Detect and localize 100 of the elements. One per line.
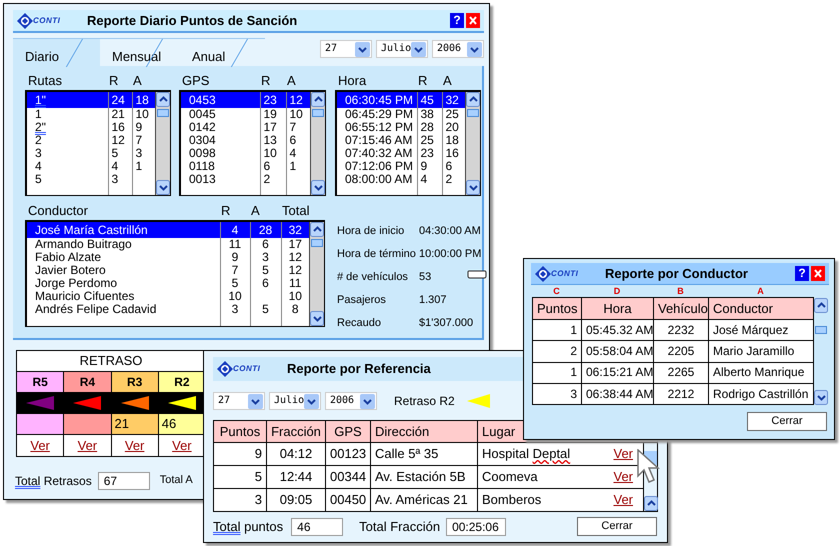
- address-text: Av. Estación 5B: [370, 466, 478, 488]
- date-dropdown[interactable]: 27: [213, 392, 265, 410]
- count-value: 21: [108, 108, 132, 121]
- count-value: 12: [286, 92, 310, 108]
- count-value: 18: [132, 92, 155, 108]
- total-field[interactable]: 46: [291, 518, 344, 536]
- fraction-value: 09:05: [266, 488, 326, 512]
- time-value: 07:15:46 AM: [337, 134, 417, 147]
- count-value: 45: [417, 92, 442, 108]
- scroll-down-button[interactable]: [310, 311, 324, 326]
- delay-label: Retraso R2: [394, 394, 455, 408]
- date-dropdown[interactable]: Julio: [269, 392, 321, 410]
- scroll-up-button[interactable]: [310, 222, 324, 237]
- close-button[interactable]: [466, 13, 480, 28]
- scroll-thumb[interactable]: [815, 326, 827, 334]
- scroll-down-button[interactable]: [814, 390, 828, 404]
- count-value: 7: [220, 264, 250, 277]
- scroll-up-button[interactable]: [814, 298, 828, 312]
- tab[interactable]: Diario: [13, 38, 100, 66]
- gps-code: 0045: [181, 108, 260, 121]
- left-triangle-icon: [73, 396, 102, 410]
- summary-value: 04:30:00 AM: [419, 224, 481, 238]
- list-row[interactable]: 06:30:45 PM 45 32: [337, 92, 465, 108]
- scrollbar-track[interactable]: [465, 92, 480, 195]
- total-field[interactable]: 67: [98, 472, 150, 490]
- scroll-thumb[interactable]: [157, 109, 169, 117]
- route-name: 3: [27, 147, 108, 160]
- time-value: 06:38:44 AM: [582, 383, 654, 404]
- scrollbar-track[interactable]: [155, 92, 170, 195]
- time-value: 07:40:32 AM: [337, 147, 417, 160]
- column-header: A: [250, 204, 261, 218]
- column-marker: B: [676, 285, 685, 297]
- chevron-down-icon: [304, 394, 320, 408]
- column-header: R: [417, 74, 428, 88]
- count-value: 3: [108, 173, 132, 186]
- summary-label: # de vehículos: [337, 270, 409, 284]
- summary-value: $1'307.000: [419, 316, 474, 330]
- date-dropdown[interactable]: 2006: [325, 392, 377, 410]
- points-value: 1: [532, 320, 582, 341]
- scrollbar-track[interactable]: [310, 92, 325, 195]
- vehicle-number: 2265: [654, 362, 708, 384]
- scroll-thumb[interactable]: [312, 109, 324, 117]
- close-button[interactable]: Cerrar: [577, 517, 657, 536]
- time-value: 05:58:04 AM: [582, 340, 654, 362]
- time-value: 06:15:21 AM: [582, 362, 654, 384]
- scroll-down-button[interactable]: [156, 180, 170, 195]
- route-name: 5: [27, 173, 108, 186]
- scroll-thumb[interactable]: [311, 239, 323, 247]
- scroll-thumb[interactable]: [467, 109, 479, 117]
- driver-name: Rodrigo Castrillón: [708, 383, 814, 404]
- count-value: 25: [417, 134, 442, 147]
- scroll-down-button[interactable]: [466, 180, 480, 195]
- total-field[interactable]: 00:25:06: [446, 518, 506, 536]
- view-link[interactable]: Ver: [613, 469, 633, 485]
- column-marker: D: [612, 285, 622, 297]
- route-name: 1: [27, 108, 108, 121]
- count-value: 32: [281, 222, 309, 238]
- scrollbar-track[interactable]: [309, 222, 324, 326]
- count-value: 5: [108, 147, 132, 160]
- column-header: Conductor: [27, 204, 89, 218]
- count-value: 23: [260, 92, 286, 108]
- list-row[interactable]: José María Castrillón 4 28 32: [27, 222, 309, 238]
- help-button[interactable]: ?: [795, 266, 809, 281]
- column-marker: C: [552, 285, 561, 297]
- driver-name: Andrés Felipe Cadavid: [27, 303, 220, 316]
- level-label: R3: [111, 372, 158, 392]
- scroll-up-button[interactable]: [156, 92, 170, 107]
- tab[interactable]: Mensual: [100, 38, 180, 66]
- chevron-down-icon: [411, 42, 426, 56]
- scroll-up-button[interactable]: [466, 92, 480, 107]
- driver-name: Jorge Perdomo: [27, 277, 220, 290]
- scrollbar-track[interactable]: [814, 298, 828, 404]
- place-name: Hospital Deptal: [482, 446, 570, 462]
- tab[interactable]: Anual: [180, 38, 265, 66]
- list-row[interactable]: 0453 23 12: [181, 92, 310, 108]
- scroll-up-button[interactable]: [644, 496, 658, 511]
- time-value: 07:12:06 PM: [337, 160, 417, 173]
- column-header: Conductor: [708, 298, 814, 320]
- scroll-down-button[interactable]: [311, 180, 325, 195]
- date-dropdown[interactable]: 27: [320, 40, 372, 58]
- summary-label: Pasajeros: [337, 294, 387, 308]
- scroll-up-button[interactable]: [311, 92, 325, 107]
- vehicle-number: 2212: [654, 383, 708, 404]
- gps-code: 0142: [181, 121, 260, 134]
- count-value: 4: [108, 160, 132, 173]
- column-header: A: [286, 74, 297, 88]
- list-row[interactable]: 1" 24 18: [27, 92, 155, 108]
- count-value: 9: [417, 160, 442, 173]
- count-value: 3: [220, 303, 250, 316]
- column-header: Vehículo: [654, 298, 708, 320]
- close-button[interactable]: [811, 266, 825, 281]
- count-value: 28: [417, 121, 442, 134]
- date-dropdown[interactable]: 2006: [432, 40, 484, 58]
- view-link[interactable]: Ver: [613, 492, 633, 508]
- date-dropdown[interactable]: Julio: [376, 40, 428, 58]
- view-link[interactable]: Ver: [613, 446, 633, 462]
- help-button[interactable]: ?: [450, 13, 464, 28]
- route-name: 2: [27, 134, 108, 147]
- close-button[interactable]: Cerrar: [747, 412, 827, 431]
- chevron-down-icon: [360, 394, 375, 408]
